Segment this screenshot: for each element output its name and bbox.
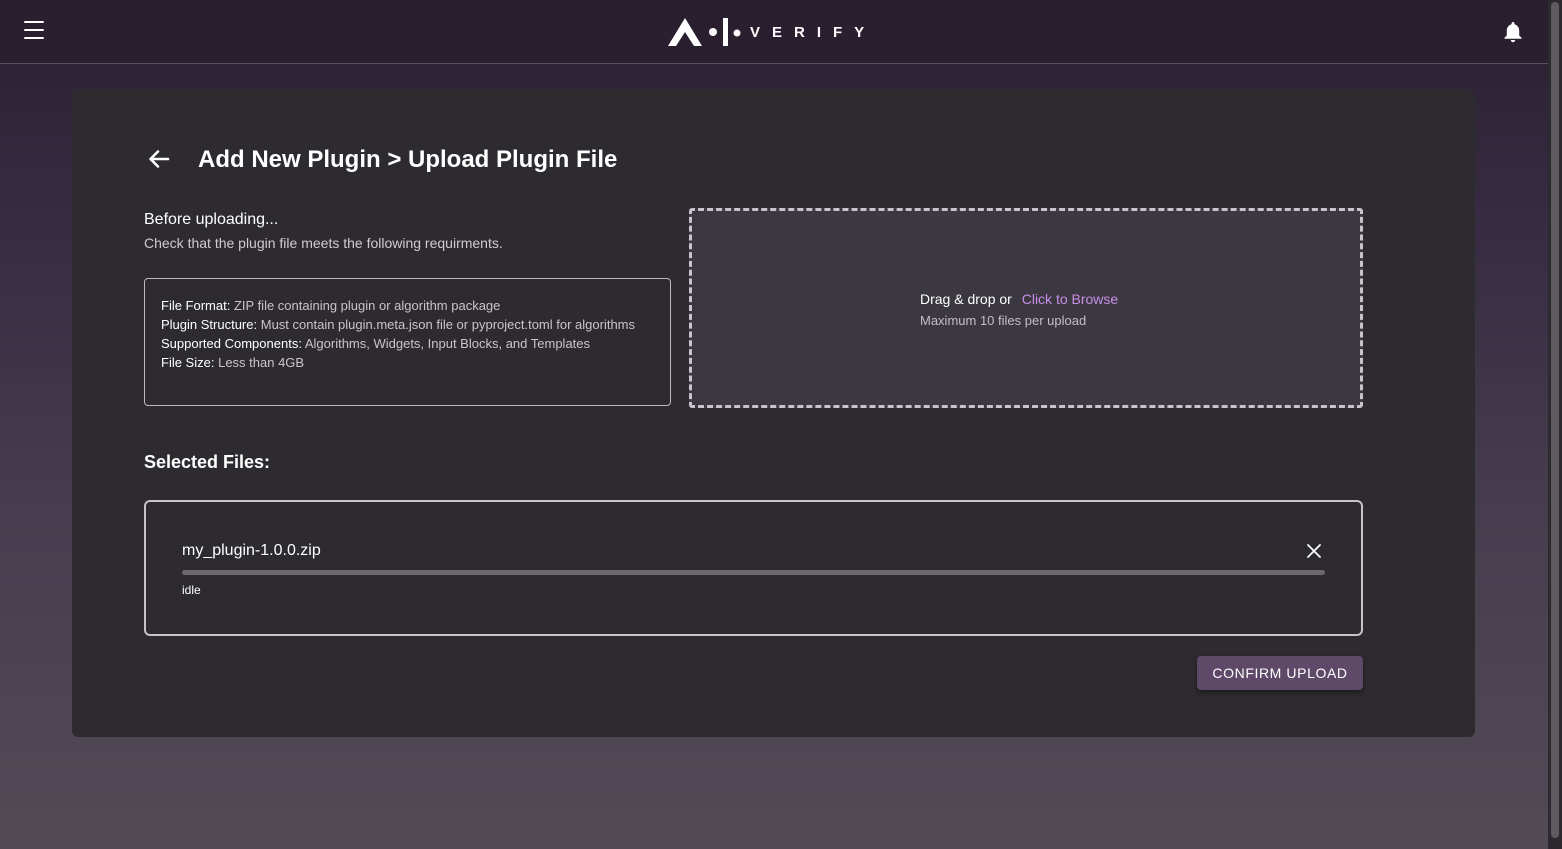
requirement-label: Supported Components: xyxy=(161,336,302,351)
requirements-subheading: Check that the plugin file meets the fol… xyxy=(144,235,503,251)
requirement-value: Must contain plugin.meta.json file or py… xyxy=(260,317,636,332)
requirement-value: Algorithms, Widgets, Input Blocks, and T… xyxy=(304,336,591,351)
logo-mark-icon xyxy=(668,18,728,46)
selected-files-heading: Selected Files: xyxy=(144,452,271,472)
requirements-heading: Before uploading... xyxy=(144,211,279,228)
dropzone-instructions: Drag & drop or Click to Browse xyxy=(920,289,1118,309)
requirement-value: Less than 4GB xyxy=(218,355,305,370)
vertical-scrollbar-thumb[interactable] xyxy=(1551,2,1559,838)
browse-link[interactable]: Click to Browse xyxy=(1022,291,1118,307)
hamburger-menu-icon[interactable] xyxy=(24,21,44,39)
selected-file-item: my_plugin-1.0.0.zip idle xyxy=(144,500,1363,636)
file-name: my_plugin-1.0.0.zip xyxy=(182,542,321,559)
app-logo[interactable]: VERIFY xyxy=(668,16,876,48)
requirement-file-size: File Size: Less than 4GB xyxy=(161,353,654,372)
dropzone-text: Drag & drop or xyxy=(920,291,1012,307)
file-status: idle xyxy=(182,583,201,597)
logo-text: VERIFY xyxy=(750,23,877,41)
upload-progress-bar xyxy=(182,570,1325,575)
confirm-upload-button[interactable]: CONFIRM UPLOAD xyxy=(1197,656,1363,690)
bell-icon[interactable] xyxy=(1503,21,1523,43)
logo-dot-icon xyxy=(733,29,741,37)
file-dropzone[interactable]: Drag & drop or Click to Browse Maximum 1… xyxy=(689,208,1363,408)
dropzone-limit-text: Maximum 10 files per upload xyxy=(920,313,1087,328)
requirement-supported-components: Supported Components: Algorithms, Widget… xyxy=(161,334,654,353)
requirement-label: Plugin Structure: xyxy=(161,317,258,332)
requirement-label: File Format: xyxy=(161,298,231,313)
page-title: Add New Plugin > Upload Plugin File xyxy=(198,146,618,173)
close-icon[interactable] xyxy=(1306,543,1322,559)
requirement-label: File Size: xyxy=(161,355,215,370)
requirement-value: ZIP file containing plugin or algorithm … xyxy=(233,298,501,313)
requirements-box: File Format: ZIP file containing plugin … xyxy=(144,278,671,406)
top-navigation-bar: VERIFY xyxy=(0,0,1548,64)
requirement-file-format: File Format: ZIP file containing plugin … xyxy=(161,296,654,315)
requirement-plugin-structure: Plugin Structure: Must contain plugin.me… xyxy=(161,315,654,334)
arrow-left-icon[interactable] xyxy=(147,147,171,171)
upload-plugin-card xyxy=(72,89,1475,737)
